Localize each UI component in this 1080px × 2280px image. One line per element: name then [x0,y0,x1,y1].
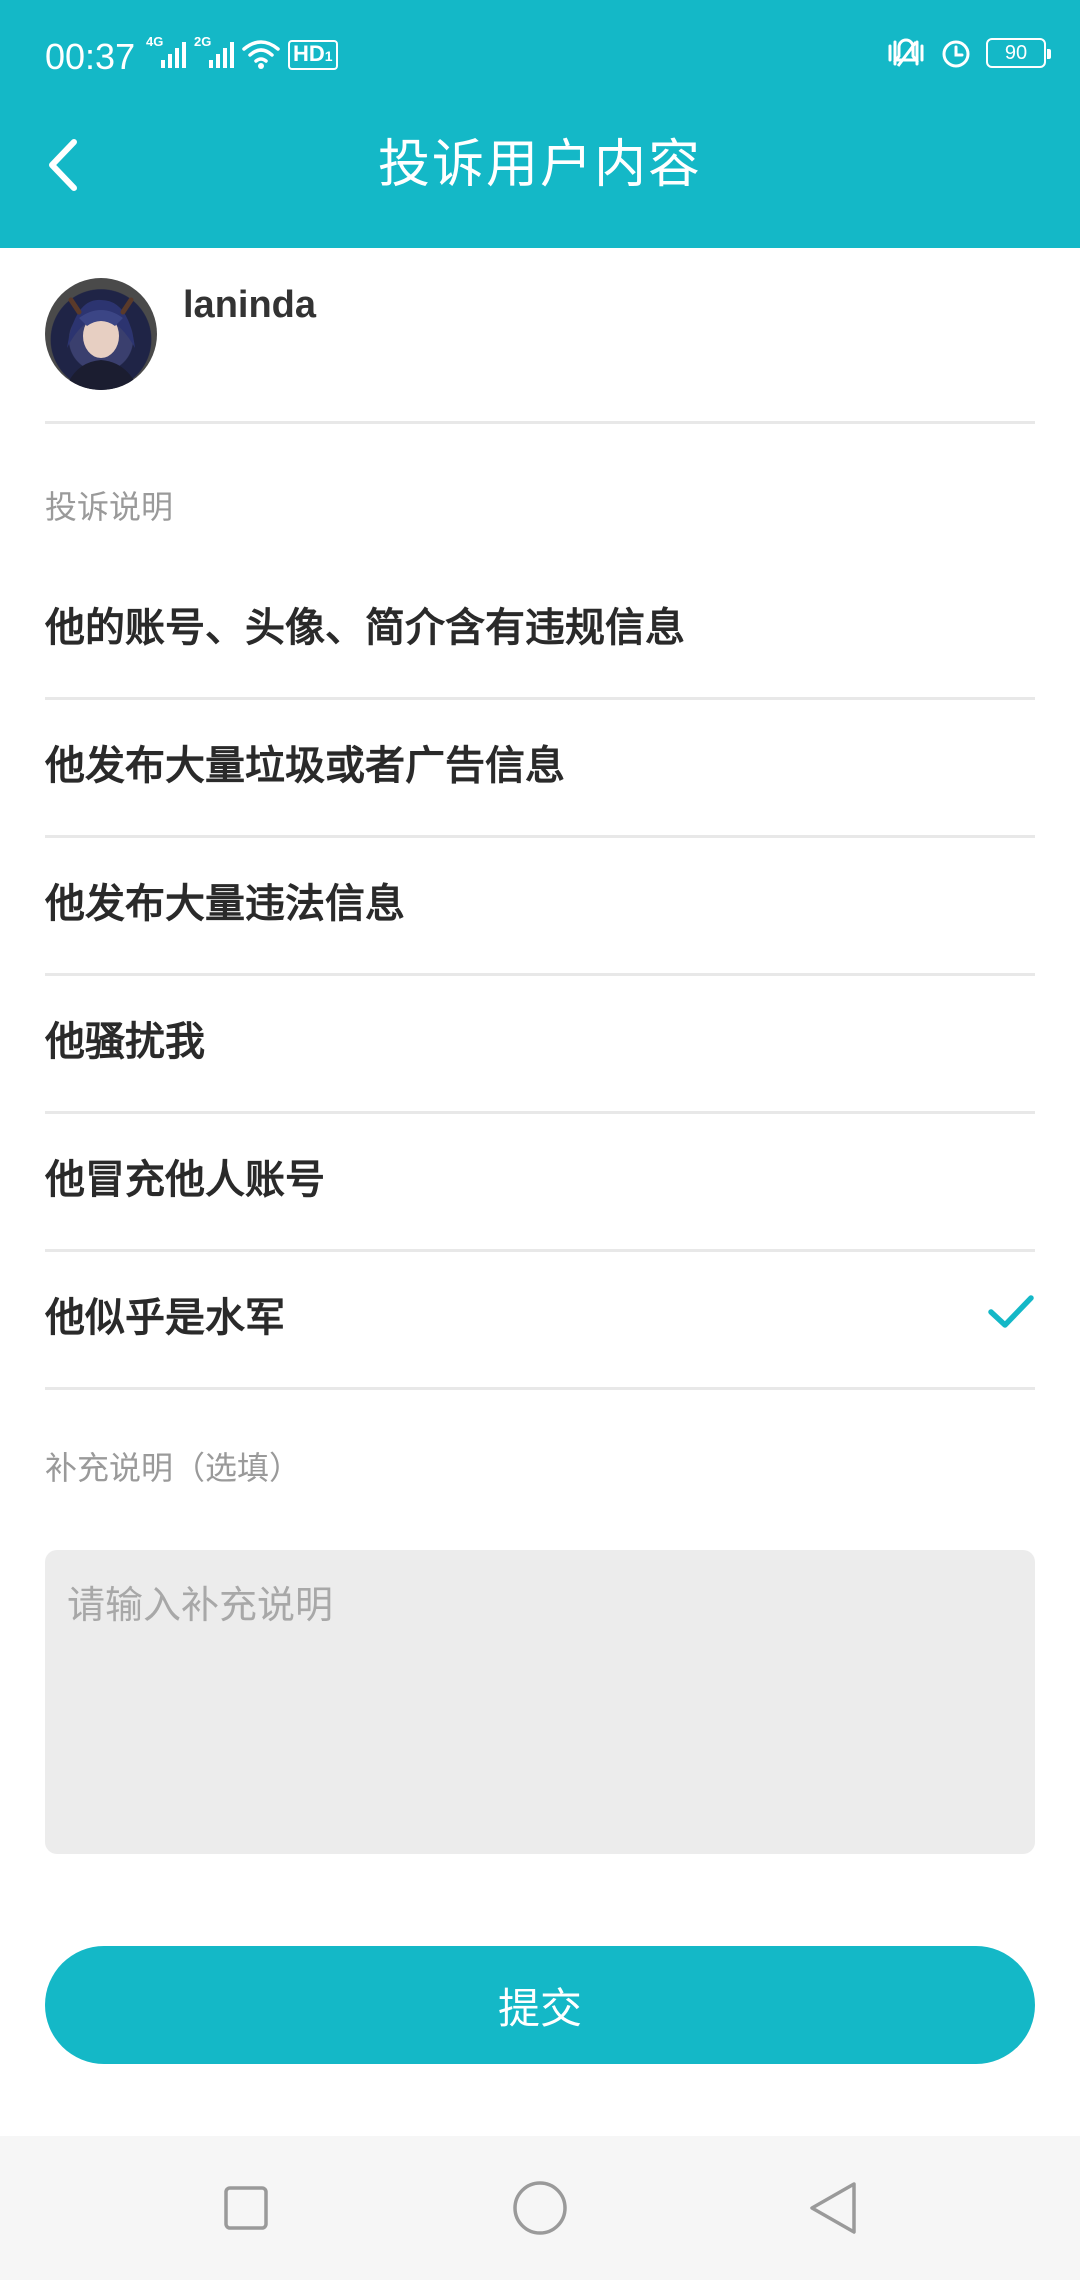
reason-option-label: 他的账号、头像、简介含有违规信息 [45,604,685,651]
check-icon [988,1295,1034,1328]
reason-option-label: 他骚扰我 [45,1018,205,1065]
reason-option-list: 他的账号、头像、简介含有违规信息 他发布大量垃圾或者广告信息 他发布大量违法信息… [45,562,1035,1390]
status-right-icons: 90 [886,36,1051,70]
wifi-icon [242,40,280,69]
reason-option[interactable]: 他冒充他人账号 [45,1114,1035,1252]
hd-label: HD [293,41,325,66]
hd-voice-icon: HD1 [288,40,338,70]
reason-option[interactable]: 他的账号、头像、简介含有违规信息 [45,562,1035,700]
cellular-signal-icon: 4G [146,34,186,70]
triangle-back-icon[interactable] [804,2178,864,2238]
hd-sub-label: 1 [324,48,333,64]
circle-home-icon[interactable] [510,2178,570,2238]
reason-option-label: 他似乎是水军 [45,1294,285,1341]
status-left-icons: 4G 2G HD1 [146,34,338,70]
supplementary-description-input[interactable] [45,1550,1035,1854]
status-time: 00:37 [45,36,136,77]
reason-option-label: 他发布大量违法信息 [45,880,405,927]
extra-section-label: 补充说明（选填） [45,1449,302,1487]
reason-option-selected[interactable]: 他似乎是水军 [45,1252,1035,1390]
username: laninda [183,284,317,326]
alarm-icon [942,40,970,68]
complaint-screen: 00:37 4G 2G HD1 90 投诉用户内容 laninda 投诉说明 他… [0,0,1080,2280]
battery-level: 90 [1004,41,1028,64]
reason-section-label: 投诉说明 [45,488,174,526]
reason-option-label: 他发布大量垃圾或者广告信息 [45,742,565,789]
reason-option[interactable]: 他骚扰我 [45,976,1035,1114]
submit-button[interactable]: 提交 [45,1946,1035,2064]
app-header: 00:37 4G 2G HD1 90 投诉用户内容 [0,0,1080,248]
reason-option[interactable]: 他发布大量违法信息 [45,838,1035,976]
reason-option[interactable]: 他发布大量垃圾或者广告信息 [45,700,1035,838]
reported-user-row: laninda [45,248,1035,424]
page-title: 投诉用户内容 [377,135,702,195]
battery-icon: 90 [986,38,1051,68]
square-recent-apps-icon[interactable] [216,2178,276,2238]
vibrate-mute-icon [888,38,924,67]
avatar-image [65,297,139,390]
avatar [45,278,157,390]
system-navigation-bar [0,2136,1080,2280]
cellular-signal-icon-2: 2G [194,34,234,70]
reason-option-label: 他冒充他人账号 [45,1156,325,1203]
